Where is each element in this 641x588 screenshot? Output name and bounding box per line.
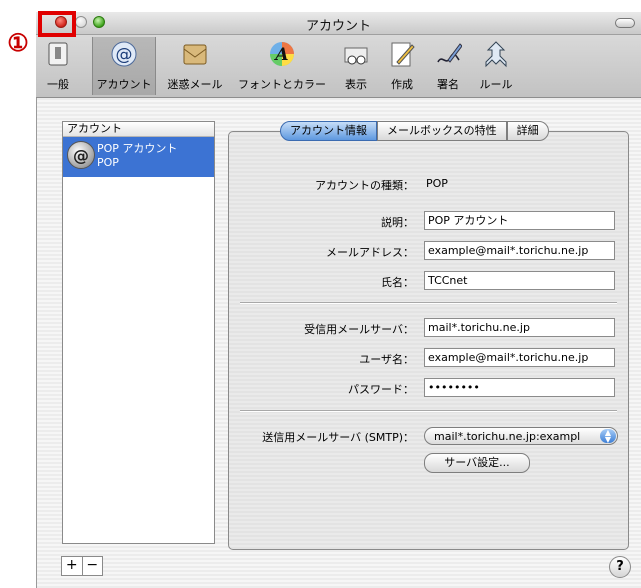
description-row: 説明： [228, 211, 414, 231]
toolbar-signatures[interactable]: 署名 [430, 37, 466, 95]
incoming-server-row: 受信用メールサーバ： [228, 318, 414, 338]
fullname-field[interactable]: TCCnet [424, 271, 615, 290]
svg-text:A: A [273, 45, 288, 65]
toolbar-toggle-button[interactable] [615, 18, 635, 28]
tab-advanced[interactable]: 詳細 [506, 121, 549, 141]
toolbar-label: フォントとカラー [238, 78, 326, 91]
incoming-server-label: 受信用メールサーバ： [304, 323, 414, 336]
title-bar[interactable]: アカウント [36, 12, 641, 35]
at-sign-icon: @ [109, 39, 139, 69]
email-label: メールアドレス： [326, 246, 414, 259]
window-title: アカウント [305, 19, 371, 34]
toolbar-label: 署名 [437, 78, 459, 91]
close-button-highlight [38, 11, 76, 37]
smtp-label: 送信用メールサーバ (SMTP)： [262, 431, 414, 444]
account-type-label: アカウントの種類： [315, 179, 414, 192]
junk-mail-icon [180, 39, 210, 69]
account-tabs: アカウント情報 メールボックスの特性 詳細 [280, 121, 549, 141]
popup-arrows-icon: ▲ ▼ [600, 429, 616, 444]
divider [240, 410, 617, 412]
username-field[interactable]: example@mail*.torichu.ne.jp [424, 348, 615, 367]
password-label: パスワード： [348, 383, 414, 396]
toolbar-rules[interactable]: ルール [476, 37, 516, 95]
toolbar-junk-mail[interactable]: 迷惑メール [164, 37, 226, 95]
svg-text:@: @ [116, 45, 133, 65]
account-list-header: アカウント [63, 122, 214, 137]
toolbar-label: ルール [479, 78, 513, 91]
signature-icon [433, 39, 463, 69]
fonts-colors-icon: A [267, 39, 297, 69]
username-row: ユーザ名： [228, 348, 414, 368]
server-settings-button[interactable]: サーバ設定... [424, 453, 530, 473]
account-type-row: アカウントの種類： [228, 174, 414, 194]
toolbar-fonts-colors[interactable]: A フォントとカラー [234, 37, 330, 95]
viewing-icon [341, 39, 371, 69]
account-type-value: POP [426, 177, 448, 190]
toolbar-label: 一般 [47, 78, 69, 91]
general-switch-icon [43, 39, 73, 69]
smtp-server-popup[interactable]: mail*.torichu.ne.jp:exampl ▲ ▼ [424, 427, 618, 445]
toolbar-composing[interactable]: 作成 [384, 37, 420, 95]
fullname-label: 氏名： [381, 276, 414, 289]
window-chrome: アカウント 一般 @ アカウント 迷惑メール A フォントとカラー 表示 作成 … [36, 12, 641, 98]
preferences-toolbar: 一般 @ アカウント 迷惑メール A フォントとカラー 表示 作成 署名 ルール [36, 35, 641, 98]
composing-icon [387, 39, 417, 69]
email-field[interactable]: example@mail*.torichu.ne.jp [424, 241, 615, 260]
toolbar-accounts[interactable]: @ アカウント [92, 37, 156, 95]
toolbar-viewing[interactable]: 表示 [338, 37, 374, 95]
toolbar-label: 作成 [391, 78, 413, 91]
toolbar-label: 表示 [345, 78, 367, 91]
smtp-row: 送信用メールサーバ (SMTP)： [228, 427, 414, 447]
account-list-item[interactable]: @ POP アカウント POP [63, 137, 214, 177]
account-type: POP [97, 156, 119, 169]
email-row: メールアドレス： [228, 241, 414, 261]
divider [240, 302, 617, 304]
smtp-server-value: mail*.torichu.ne.jp:exampl [434, 430, 581, 443]
description-field[interactable]: POP アカウント [424, 211, 615, 230]
account-at-icon: @ [67, 141, 95, 169]
description-label: 説明： [381, 216, 414, 229]
username-label: ユーザ名： [359, 353, 414, 366]
fullname-row: 氏名： [228, 271, 414, 291]
tab-account-info[interactable]: アカウント情報 [280, 121, 377, 141]
password-row: パスワード： [228, 378, 414, 398]
incoming-server-field[interactable]: mail*.torichu.ne.jp [424, 318, 615, 337]
help-button[interactable]: ? [609, 556, 631, 578]
tab-mailbox-behaviors[interactable]: メールボックスの特性 [377, 121, 507, 141]
password-field[interactable]: •••••••• [424, 378, 615, 397]
account-name: POP アカウント [97, 142, 178, 155]
rules-icon [481, 39, 511, 69]
remove-account-button[interactable]: − [83, 557, 103, 575]
toolbar-label: アカウント [96, 78, 152, 91]
account-add-remove: + − [61, 556, 103, 576]
toolbar-label: 迷惑メール [167, 78, 223, 91]
add-account-button[interactable]: + [62, 557, 83, 575]
account-list[interactable]: アカウント @ POP アカウント POP [62, 121, 215, 544]
step-marker: ① [7, 28, 29, 57]
toolbar-general[interactable]: 一般 [40, 37, 76, 95]
